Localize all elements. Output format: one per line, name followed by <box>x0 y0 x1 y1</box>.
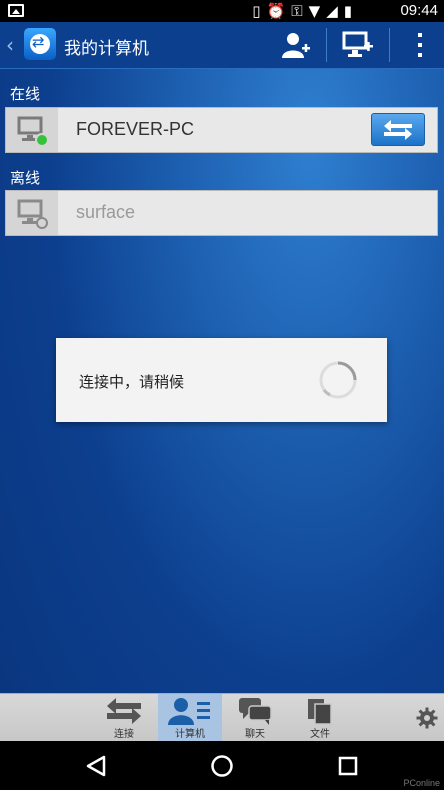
add-contact-button[interactable] <box>276 28 316 62</box>
connect-button[interactable] <box>371 113 425 146</box>
computers-list-icon <box>168 698 210 725</box>
action-separator <box>389 28 390 62</box>
status-bar: ▯ ⏰ ⚿ ▼ ◢ ▮ 09:44 <box>0 0 444 22</box>
bottom-tab-bar: 连接 计算机 聊天 文件 <box>0 693 444 742</box>
alarm-icon: ⏰ <box>266 2 286 20</box>
computer-row-offline[interactable]: surface <box>5 190 438 236</box>
image-icon <box>8 4 24 17</box>
tab-label: 文件 <box>310 729 330 740</box>
status-time: 09:44 <box>400 2 438 19</box>
tab-files[interactable]: 文件 <box>288 694 352 742</box>
watermark: PConline <box>403 778 440 788</box>
online-section-label: 在线 <box>10 85 41 103</box>
back-chevron-icon[interactable]: ‹ <box>6 33 14 57</box>
computer-name: surface <box>76 202 136 222</box>
computer-row-online[interactable]: FOREVER-PC <box>5 107 438 153</box>
add-contact-icon <box>282 33 310 58</box>
wifi-icon: ▼ <box>308 2 321 20</box>
tab-connect[interactable]: 连接 <box>92 694 156 742</box>
dialog-message: 连接中，请稍候 <box>79 373 185 391</box>
chat-icon <box>239 698 272 725</box>
overflow-menu-button[interactable] <box>400 28 440 62</box>
loading-spinner-icon <box>319 361 357 399</box>
tab-label: 计算机 <box>175 729 205 740</box>
vibrate-icon: ▯ <box>252 2 261 20</box>
back-icon[interactable] <box>84 754 108 778</box>
app-logo-icon[interactable] <box>24 28 56 60</box>
computer-offline-icon <box>17 199 48 229</box>
offline-section-label: 离线 <box>10 169 41 187</box>
settings-gear-icon[interactable] <box>416 707 438 729</box>
key-icon: ⚿ <box>291 2 303 20</box>
navigation-bar: PConline <box>0 741 444 790</box>
page-title: 我的计算机 <box>64 39 149 59</box>
connect-arrows-icon <box>384 119 412 140</box>
battery-charging-icon: ▮ <box>343 2 352 20</box>
action-bar: ‹ 我的计算机 <box>0 22 444 69</box>
connecting-dialog: 连接中，请稍候 <box>56 338 387 422</box>
home-icon[interactable] <box>210 754 234 778</box>
connect-arrows-icon <box>107 698 141 724</box>
tab-label: 连接 <box>114 729 134 740</box>
overflow-menu-icon <box>418 33 422 57</box>
action-separator <box>326 28 327 62</box>
files-icon <box>308 699 332 725</box>
signal-icon: ◢ <box>326 2 338 20</box>
recents-icon[interactable] <box>336 754 360 778</box>
computer-online-icon <box>17 116 49 147</box>
computer-name: FOREVER-PC <box>76 119 195 139</box>
tab-label: 聊天 <box>245 729 265 740</box>
screen: ▯ ⏰ ⚿ ▼ ◢ ▮ 09:44 ‹ 我的计算机 <box>0 0 444 790</box>
add-computer-button[interactable] <box>338 28 378 62</box>
tab-computers[interactable]: 计算机 <box>158 694 222 742</box>
tab-chat[interactable]: 聊天 <box>223 694 287 742</box>
add-computer-icon <box>342 31 373 57</box>
